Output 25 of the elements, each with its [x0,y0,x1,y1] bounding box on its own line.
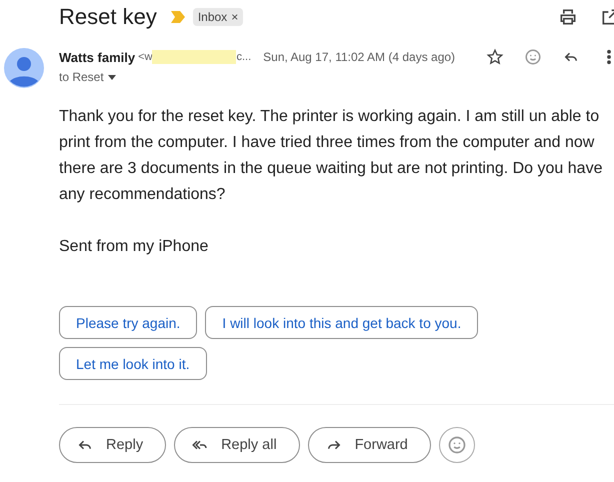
smart-reply-button[interactable]: I will look into this and get back to you. [205,306,478,339]
reply-button[interactable]: Reply [59,427,166,463]
add-reaction-icon[interactable] [524,48,542,66]
forward-button[interactable]: Forward [308,427,431,463]
star-icon[interactable] [486,48,504,66]
smiley-icon[interactable] [446,435,467,455]
message-paragraph: Thank you for the reset key. The printer is working again. I am still un able to print from the computer. I have tried three times from the computer and now there are 3 documents in the queue waiting but are not printing. Do you have any recommendations? [59,107,604,205]
smart-reply-button[interactable]: Let me look into it. [59,347,207,380]
caret-icon [108,74,116,80]
sender-email: c... [236,51,252,63]
recipient-dropdown[interactable]: to Reset [59,70,116,84]
sender-name: Watts family [59,50,136,64]
message-paragraph: Sent from my iPhone [59,237,210,257]
open-in-new-window-icon[interactable] [600,7,614,27]
label-text: Inbox [198,10,228,24]
importance-marker-icon[interactable] [170,11,185,23]
print-icon[interactable] [558,7,578,27]
remove-label-button[interactable]: × [231,10,238,24]
reply-all-button[interactable]: Reply all [174,427,300,463]
avatar [4,48,44,88]
message-date: Sun, Aug 17, 11:02 AM (4 days ago) [263,50,456,64]
emoji-reaction-button[interactable] [438,427,475,463]
smart-reply-button[interactable]: Please try again. [59,306,198,339]
email-subject: Reset key [59,4,157,30]
sender-email: <w [138,51,152,63]
